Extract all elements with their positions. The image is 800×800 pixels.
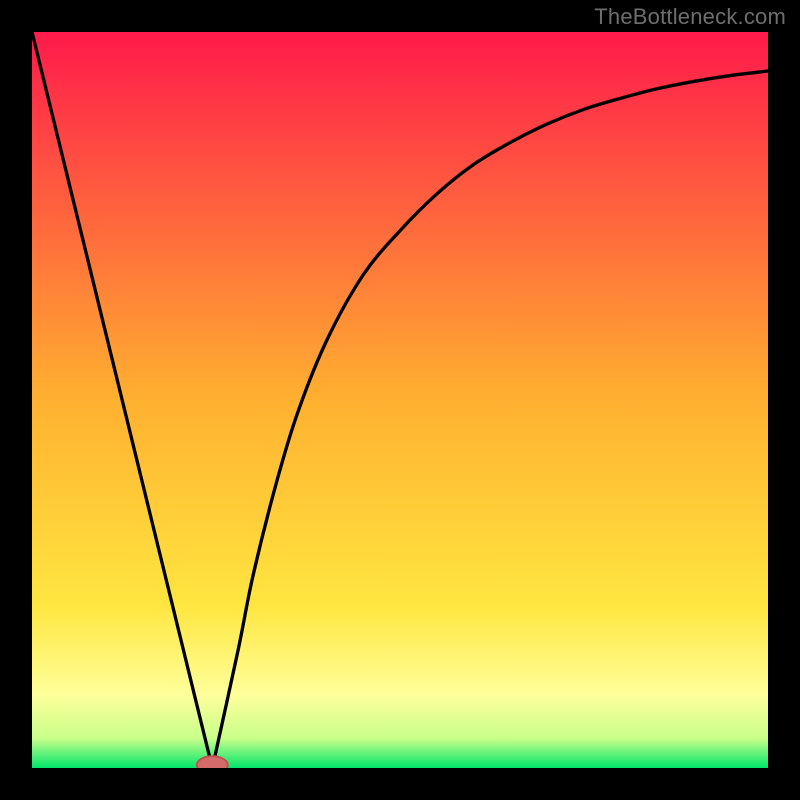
gradient-background — [32, 32, 768, 768]
chart-frame: TheBottleneck.com — [0, 0, 800, 800]
chart-svg — [32, 32, 768, 768]
watermark-text: TheBottleneck.com — [594, 4, 786, 30]
plot-area — [32, 32, 768, 768]
minimum-marker — [197, 756, 228, 768]
